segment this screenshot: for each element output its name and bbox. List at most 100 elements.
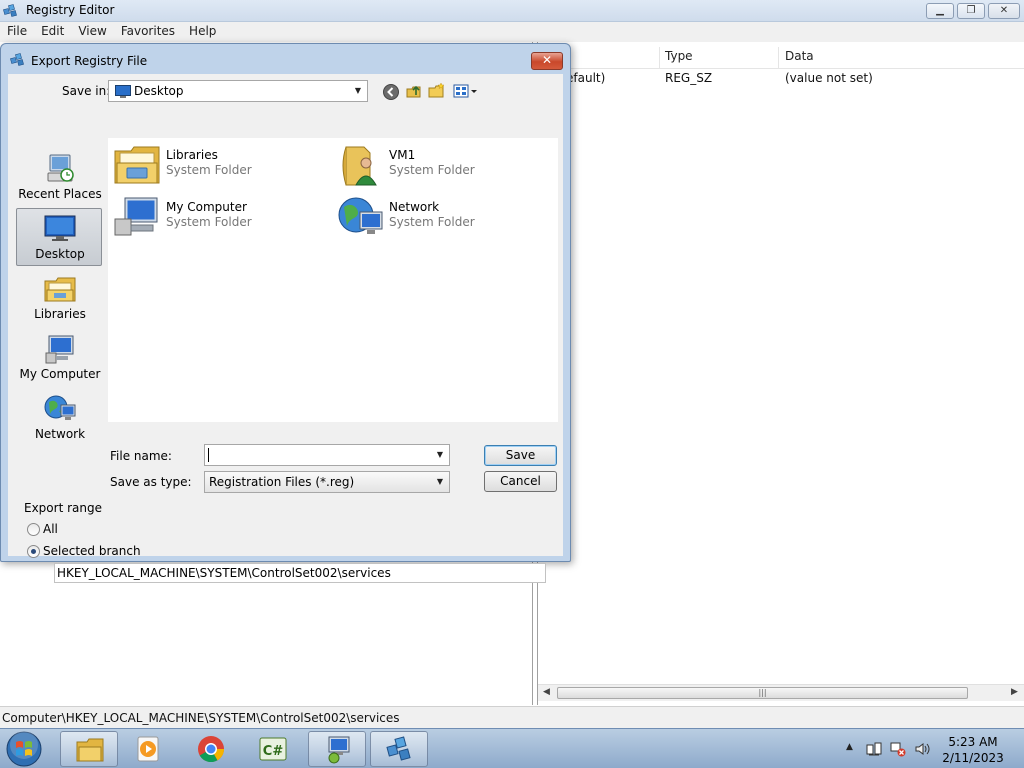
selected-branch-label[interactable]: Selected branch [43, 544, 141, 558]
start-button[interactable] [4, 730, 44, 768]
place-label: Recent Places [18, 187, 102, 201]
file-name: Network [389, 200, 440, 214]
file-list[interactable]: Libraries System Folder VM1 System Folde… [108, 138, 558, 422]
computer-icon [114, 197, 158, 236]
recent-places-icon [47, 154, 74, 182]
all-radio[interactable] [27, 523, 40, 536]
dialog-close-button[interactable]: ✕ [531, 52, 563, 70]
column-type[interactable]: Type [665, 49, 693, 63]
save-as-type-dropdown[interactable]: Registration Files (*.reg) ▼ [204, 471, 450, 493]
menu-help[interactable]: Help [182, 22, 223, 40]
back-icon[interactable] [382, 83, 400, 101]
status-path: Computer\HKEY_LOCAL_MACHINE\SYSTEM\Contr… [2, 711, 400, 725]
file-name-input[interactable]: ▼ [204, 444, 450, 466]
file-type: System Folder [166, 163, 252, 177]
place-desktop[interactable]: Desktop [16, 208, 102, 266]
taskbar-media-player[interactable] [120, 731, 178, 767]
value-type: REG_SZ [665, 71, 713, 85]
view-menu-icon[interactable] [453, 82, 479, 100]
menu-view[interactable]: View [71, 22, 113, 40]
list-item[interactable]: Libraries System Folder [108, 138, 308, 188]
menu-favorites[interactable]: Favorites [114, 22, 182, 40]
horizontal-scrollbar[interactable]: ◀ ||| ▶ [538, 684, 1024, 701]
close-button[interactable]: ✕ [988, 3, 1020, 19]
system-tray: ▲ 5:23 AM 2/11/2023 [842, 729, 1024, 768]
action-center-icon[interactable] [866, 741, 882, 757]
status-bar: Computer\HKEY_LOCAL_MACHINE\SYSTEM\Contr… [0, 706, 1024, 728]
menu-edit[interactable]: Edit [34, 22, 71, 40]
chrome-icon [198, 736, 225, 763]
selected-branch-input[interactable]: HKEY_LOCAL_MACHINE\SYSTEM\ControlSet002\… [54, 563, 546, 583]
taskbar-chrome[interactable] [182, 731, 240, 767]
values-header: e Type Data [538, 47, 1024, 69]
file-type: System Folder [389, 215, 475, 229]
selected-branch-radio[interactable] [27, 545, 40, 558]
text-caret [208, 448, 209, 462]
registry-editor-titlebar[interactable]: Registry Editor ▁ ❐ ✕ [0, 0, 1024, 22]
registry-editor-icon [386, 736, 411, 761]
clock[interactable]: 5:23 AM 2/11/2023 [938, 734, 1008, 766]
svg-text:C#: C# [263, 744, 284, 759]
place-libraries[interactable]: Libraries [16, 268, 102, 326]
list-item[interactable]: Network System Folder [331, 190, 531, 240]
file-type: System Folder [389, 163, 475, 177]
network-icon [44, 395, 76, 420]
place-recent-places[interactable]: Recent Places [16, 148, 102, 206]
scrollbar-thumb[interactable]: ||| [557, 687, 968, 699]
chevron-down-icon: ▼ [436, 477, 444, 486]
scroll-right-icon[interactable]: ▶ [1011, 687, 1018, 697]
minimize-icon: ▁ [936, 5, 944, 16]
export-range-label: Export range [24, 501, 102, 515]
save-button[interactable]: Save [484, 445, 557, 466]
place-network[interactable]: Network [16, 388, 102, 446]
up-folder-icon[interactable] [405, 82, 423, 100]
place-label: Network [34, 427, 86, 441]
desktop-icon [44, 215, 76, 241]
taskbar-registry-editor[interactable] [370, 731, 428, 767]
taskbar-remote-desktop[interactable] [308, 731, 366, 767]
libraries-folder-icon [114, 146, 160, 184]
place-label: Desktop [35, 247, 85, 261]
taskbar-explorer[interactable] [60, 731, 118, 767]
new-folder-icon[interactable] [428, 82, 446, 100]
all-radio-label[interactable]: All [43, 522, 58, 536]
clock-time: 5:23 AM [948, 735, 998, 749]
list-item[interactable]: VM1 System Folder [331, 138, 531, 188]
list-item[interactable]: My Computer System Folder [108, 190, 308, 240]
save-in-label: Save in: [62, 84, 111, 98]
restore-button[interactable]: ❐ [957, 3, 985, 19]
file-name-label: File name: [110, 449, 172, 463]
file-name: VM1 [389, 148, 416, 162]
chevron-down-icon[interactable]: ▼ [433, 448, 447, 462]
network-disconnected-icon[interactable] [890, 741, 906, 757]
minimize-button[interactable]: ▁ [926, 3, 954, 19]
close-icon: ✕ [999, 5, 1009, 16]
cancel-button[interactable]: Cancel [484, 471, 557, 492]
computer-icon [45, 335, 74, 364]
export-registry-dialog: Export Registry File ✕ Save in: Desktop … [0, 43, 571, 583]
place-my-computer[interactable]: My Computer [16, 328, 102, 386]
table-row[interactable]: efault) REG_SZ (value not set) [538, 71, 1024, 89]
registry-values-pane[interactable]: e Type Data efault) REG_SZ (value not se… [537, 42, 1024, 705]
save-in-dropdown[interactable]: Desktop ▼ [108, 80, 368, 102]
csharp-icon: C# [259, 737, 287, 761]
dialog-title: Export Registry File [31, 54, 148, 68]
volume-icon[interactable] [914, 741, 930, 757]
save-as-type-value: Registration Files (*.reg) [209, 475, 355, 489]
libraries-icon [44, 277, 76, 302]
dialog-body: Save in: Desktop ▼ Recent Places Desktop… [8, 74, 563, 583]
show-hidden-icons-icon[interactable]: ▲ [846, 742, 853, 752]
remote-desktop-icon [328, 736, 350, 764]
close-icon: ✕ [541, 53, 553, 67]
value-name: efault) [566, 71, 606, 85]
windows-explorer-icon [76, 738, 104, 762]
place-label: My Computer [19, 367, 101, 381]
dialog-titlebar[interactable]: Export Registry File ✕ [1, 44, 570, 74]
menu-file[interactable]: File [0, 22, 34, 40]
file-name: Libraries [166, 148, 218, 162]
scroll-left-icon[interactable]: ◀ [543, 687, 550, 697]
column-data[interactable]: Data [785, 49, 814, 63]
window-title: Registry Editor [26, 3, 115, 17]
user-folder-icon [342, 146, 377, 186]
taskbar-csharp[interactable]: C# [244, 731, 302, 767]
